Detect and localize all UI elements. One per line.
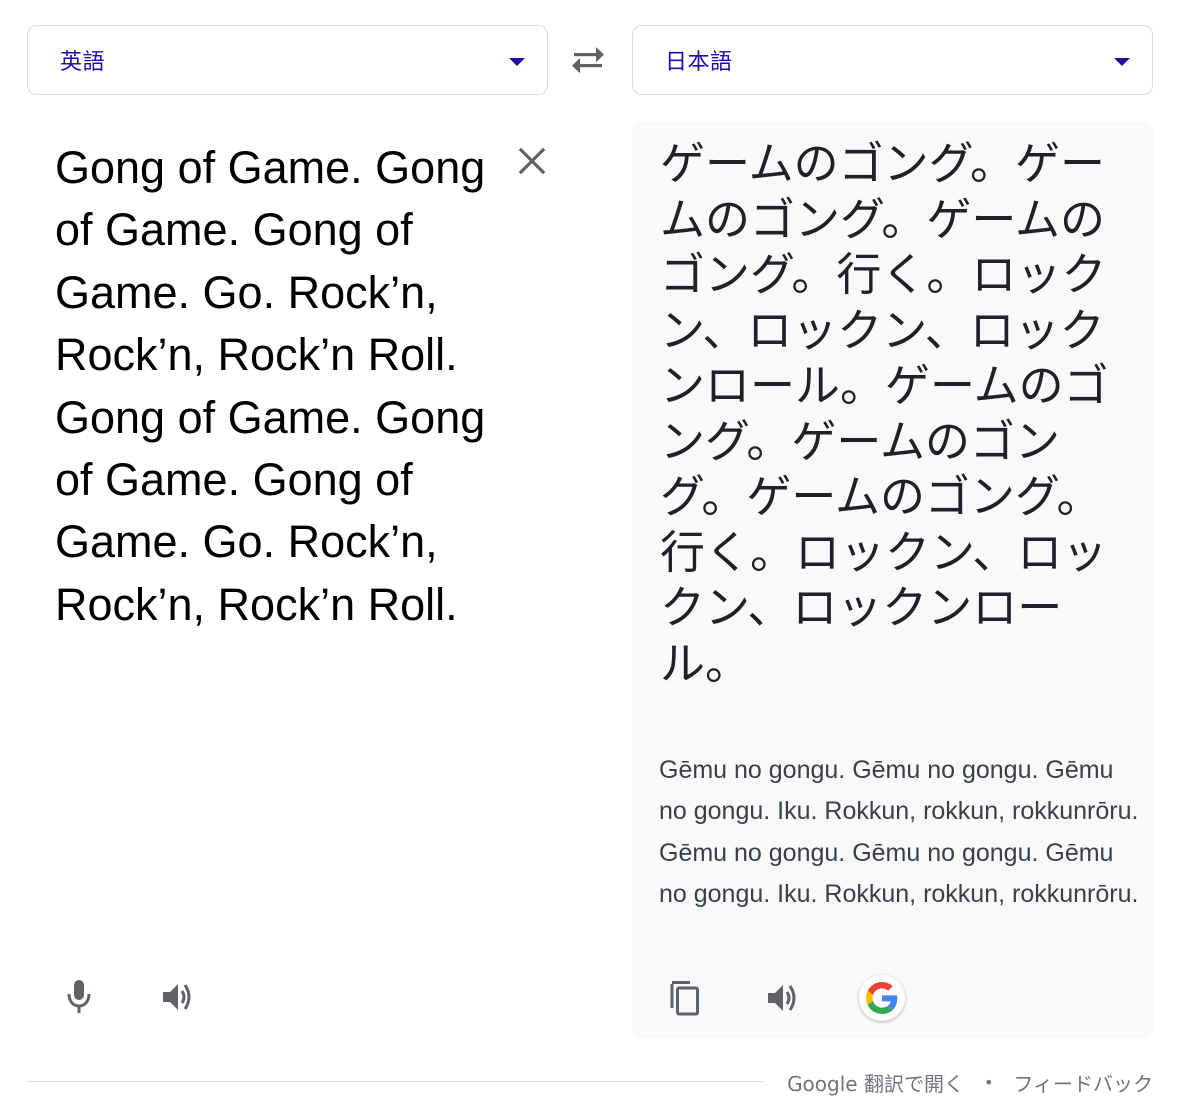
translation-text: ゲームのゴング。ゲームのゴング。ゲームのゴング。行く。ロックン、ロックン、ロック…	[660, 137, 1109, 690]
target-language-select[interactable]: 日本語	[632, 25, 1153, 95]
chevron-down-icon	[1114, 58, 1130, 66]
footer-separator: •	[983, 1073, 994, 1092]
source-language-select[interactable]: 英語	[27, 25, 548, 95]
google-logo-icon	[866, 982, 898, 1014]
google-translate-button[interactable]	[859, 975, 905, 1021]
translate-widget: 英語 日本語 Gong of Game. Gong of Game. Gong …	[0, 0, 1200, 1117]
translation-panel: ゲームのゴング。ゲームのゴング。ゲームのゴング。行く。ロックン、ロックン、ロック…	[632, 122, 1153, 1038]
listen-source-button[interactable]	[155, 975, 199, 1019]
close-icon	[518, 147, 546, 175]
copy-translation-button[interactable]	[662, 976, 706, 1020]
footer: Google 翻訳で開く • フィードバック	[787, 1068, 1153, 1097]
feedback-link[interactable]: フィードバック	[1013, 1068, 1153, 1097]
swap-icon	[572, 47, 604, 74]
listen-translation-button[interactable]	[760, 976, 804, 1020]
source-text-input[interactable]: Gong of Game. Gong of Game. Gong of Game…	[55, 137, 505, 636]
speaker-icon	[163, 984, 191, 1010]
clear-source-button[interactable]	[512, 141, 552, 181]
voice-input-button[interactable]	[57, 975, 101, 1019]
chevron-down-icon	[509, 58, 525, 66]
romanization-text: Gēmu no gongu. Gēmu no gongu. Gēmu no go…	[659, 756, 1139, 909]
speaker-icon	[768, 985, 796, 1011]
swap-languages-button[interactable]	[568, 42, 608, 78]
copy-icon	[670, 981, 699, 1016]
open-in-google-translate-link[interactable]: Google 翻訳で開く	[787, 1068, 964, 1097]
microphone-icon	[67, 980, 91, 1013]
footer-divider	[27, 1081, 763, 1082]
source-language-label: 英語	[60, 50, 106, 75]
target-language-label: 日本語	[665, 50, 733, 75]
